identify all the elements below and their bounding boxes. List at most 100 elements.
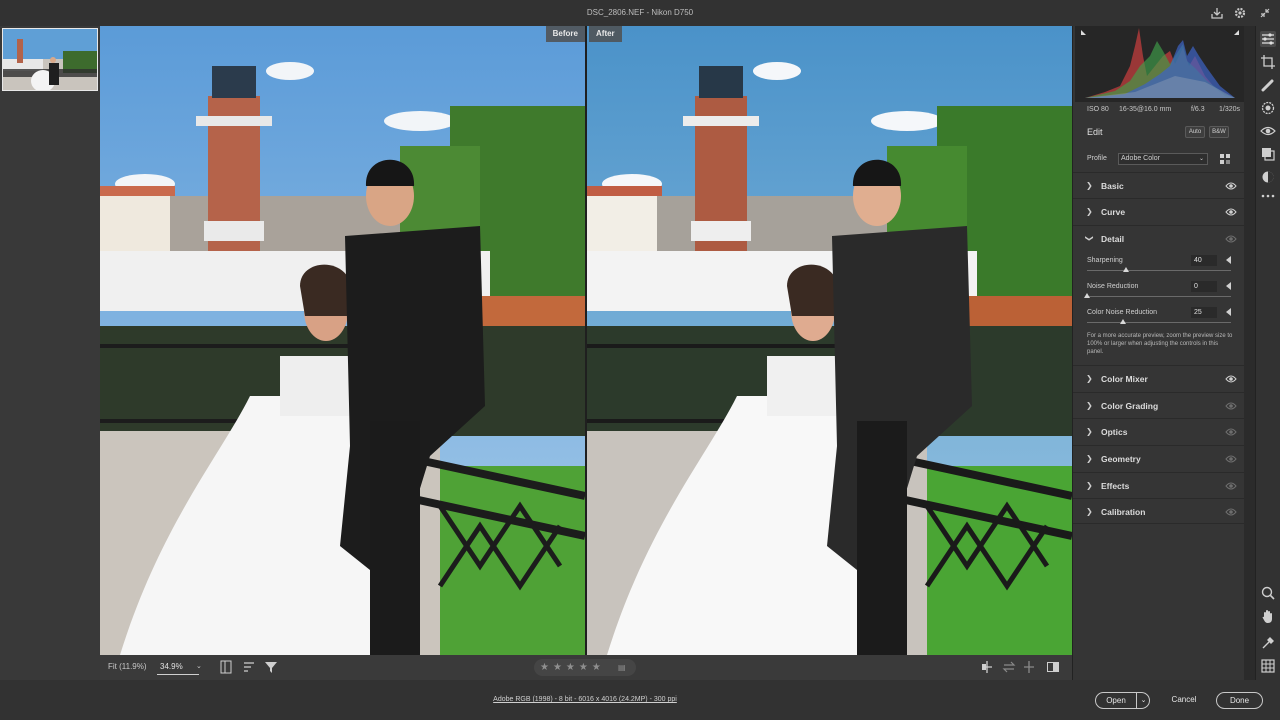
section-title: Optics	[1101, 427, 1128, 437]
visibility-eye-icon[interactable]	[1225, 454, 1237, 464]
section-effects[interactable]: ❯ Effects	[1073, 472, 1245, 498]
noise-reduction-slider-track[interactable]	[1087, 296, 1231, 297]
section-title: Geometry	[1101, 454, 1141, 464]
section-geometry[interactable]: ❯ Geometry	[1073, 445, 1245, 471]
section-title: Curve	[1101, 207, 1126, 217]
trash-icon[interactable]: ▤	[618, 659, 626, 676]
visibility-eye-icon[interactable]	[1225, 481, 1237, 491]
section-color-mixer[interactable]: ❯ Color Mixer	[1073, 365, 1245, 391]
histogram[interactable]	[1075, 26, 1245, 102]
before-preview[interactable]	[100, 26, 585, 655]
open-button[interactable]: Open ⌄	[1095, 692, 1150, 709]
chevron-right-icon: ❯	[1086, 207, 1093, 216]
visibility-eye-icon[interactable]	[1225, 181, 1237, 191]
detail-preview-note: For a more accurate preview, zoom the pr…	[1087, 333, 1233, 355]
window-title: DSC_2806.NEF - Nikon D750	[586, 8, 694, 17]
chevron-right-icon: ❯	[1086, 454, 1093, 463]
iso-value: ISO 80	[1087, 106, 1109, 113]
done-button[interactable]: Done	[1216, 692, 1263, 709]
after-preview[interactable]	[587, 26, 1072, 655]
sharpening-slider-row: Sharpening 40	[1073, 255, 1245, 281]
masking-icon[interactable]	[1260, 100, 1276, 116]
chevron-down-icon[interactable]: ⌄	[1136, 693, 1150, 708]
visibility-eye-icon[interactable]	[1225, 234, 1237, 244]
sharpening-value-input[interactable]: 40	[1191, 255, 1217, 266]
sharpening-slider-track[interactable]	[1087, 270, 1231, 271]
color-noise-reduction-label: Color Noise Reduction	[1087, 309, 1158, 316]
profile-value: Adobe Color	[1121, 155, 1160, 162]
copy-settings-icon[interactable]	[1022, 660, 1036, 676]
chevron-right-icon: ❯	[1086, 401, 1093, 410]
auto-button[interactable]: Auto	[1185, 126, 1205, 138]
presets-icon[interactable]	[1260, 146, 1276, 162]
cancel-button[interactable]: Cancel	[1162, 692, 1206, 709]
collapse-icon[interactable]	[1257, 5, 1273, 21]
noise-reduction-slider-handle[interactable]	[1084, 293, 1090, 298]
healing-brush-icon[interactable]	[1260, 77, 1276, 93]
section-optics[interactable]: ❯ Optics	[1073, 418, 1245, 444]
red-eye-icon[interactable]	[1260, 123, 1276, 139]
color-noise-reduction-slider-handle[interactable]	[1120, 319, 1126, 324]
filmstrip-toggle-icon[interactable]	[220, 660, 232, 676]
aperture-value: f/6.3	[1191, 106, 1205, 113]
shutter-value: 1/320s	[1219, 106, 1241, 113]
chevron-right-icon: ❯	[1086, 181, 1093, 190]
edit-sliders-icon[interactable]	[1260, 31, 1276, 47]
section-title: Effects	[1101, 481, 1130, 491]
chevron-down-icon: ❯	[1085, 235, 1094, 242]
color-noise-reduction-value-input[interactable]: 25	[1191, 307, 1217, 318]
crop-icon[interactable]	[1260, 54, 1276, 70]
zoom-icon[interactable]	[1260, 585, 1276, 601]
section-basic[interactable]: ❯ Basic	[1073, 172, 1245, 198]
chevron-right-icon: ❯	[1086, 427, 1093, 436]
filmstrip	[0, 26, 100, 680]
snapshots-icon[interactable]	[1260, 169, 1276, 185]
fit-zoom-option[interactable]: Fit (11.9%)	[108, 662, 147, 671]
sharpening-slider-handle[interactable]	[1122, 267, 1129, 272]
profile-browser-icon[interactable]	[1220, 154, 1230, 164]
color-sampler-icon[interactable]	[1260, 635, 1276, 651]
swap-settings-icon[interactable]	[1002, 660, 1016, 676]
reset-arrow-icon[interactable]	[1226, 256, 1231, 264]
visibility-eye-icon[interactable]	[1225, 427, 1237, 437]
filter-icon[interactable]	[264, 660, 278, 676]
visibility-eye-icon[interactable]	[1225, 374, 1237, 384]
title-bar: DSC_2806.NEF - Nikon D750	[0, 0, 1280, 26]
tool-strip	[1255, 26, 1280, 680]
black-white-button[interactable]: B&W	[1209, 126, 1229, 138]
sort-icon[interactable]	[242, 660, 256, 676]
before-after-view-icon[interactable]	[980, 660, 994, 676]
zoom-level-select[interactable]: 34.9% ⌄	[157, 659, 202, 675]
reset-arrow-icon[interactable]	[1226, 308, 1231, 316]
export-icon[interactable]	[1209, 5, 1225, 21]
color-noise-reduction-slider-track[interactable]	[1087, 322, 1231, 323]
profile-label: Profile	[1087, 155, 1107, 162]
visibility-eye-icon[interactable]	[1225, 207, 1237, 217]
section-color-grading[interactable]: ❯ Color Grading	[1073, 392, 1245, 418]
hand-icon[interactable]	[1260, 608, 1276, 624]
noise-reduction-label: Noise Reduction	[1087, 283, 1139, 290]
filmstrip-thumbnail[interactable]	[2, 28, 98, 91]
camera-info: ISO 80 16-35@16.0 mm f/6.3 1/320s	[1073, 104, 1245, 118]
photo-canvas[interactable]: Before After	[100, 26, 1072, 655]
noise-reduction-value-input[interactable]: 0	[1191, 281, 1217, 292]
section-title: Color Mixer	[1101, 374, 1148, 384]
rating-stars-icon[interactable]: ★★★★★	[540, 662, 605, 673]
more-icon[interactable]	[1260, 188, 1276, 204]
gear-icon[interactable]	[1232, 5, 1248, 21]
grid-icon[interactable]	[1260, 658, 1276, 674]
profile-select[interactable]: Adobe Color ⌄	[1118, 153, 1208, 165]
sharpening-label: Sharpening	[1087, 257, 1123, 264]
visibility-eye-icon[interactable]	[1225, 507, 1237, 517]
workflow-options-link[interactable]: Adobe RGB (1998) - 8 bit - 6016 x 4016 (…	[0, 696, 1170, 703]
star-rating[interactable]: ★★★★★ ▤	[534, 659, 636, 676]
toggle-preview-icon[interactable]	[1046, 660, 1060, 676]
chevron-down-icon: ⌄	[196, 663, 202, 670]
section-curve[interactable]: ❯ Curve	[1073, 198, 1245, 224]
section-calibration[interactable]: ❯ Calibration	[1073, 498, 1245, 524]
lens-value: 16-35@16.0 mm	[1119, 106, 1172, 113]
visibility-eye-icon[interactable]	[1225, 401, 1237, 411]
section-detail[interactable]: ❯ Detail	[1073, 225, 1245, 251]
section-title: Detail	[1101, 234, 1125, 244]
reset-arrow-icon[interactable]	[1226, 282, 1231, 290]
